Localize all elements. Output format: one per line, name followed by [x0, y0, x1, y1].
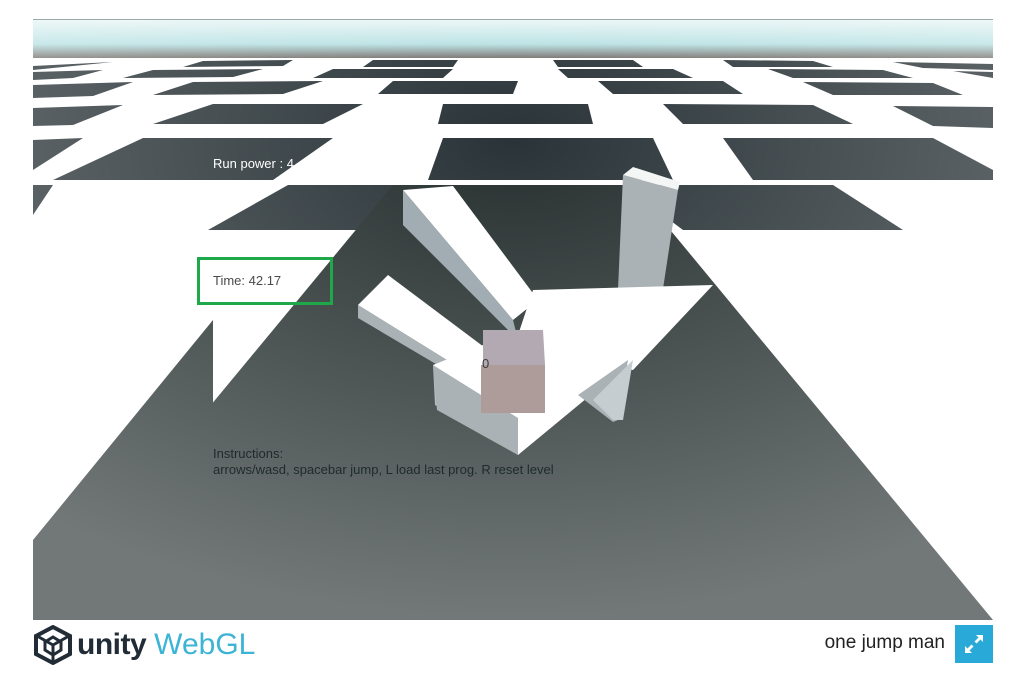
- unity-wordmark: unity: [77, 628, 147, 661]
- instructions-text-end: R reset level: [481, 462, 554, 477]
- unity-cube-icon: [34, 625, 72, 665]
- webgl-wordmark: WebGL: [154, 628, 256, 661]
- fullscreen-icon: [965, 635, 983, 653]
- game-scene: [33, 20, 993, 620]
- game-title: one jump man: [824, 632, 945, 653]
- unity-footer: unity WebGL one jump man: [0, 619, 1031, 676]
- instructions-text-main: arrows/wasd, spacebar jump, L load last …: [213, 462, 478, 477]
- fullscreen-button[interactable]: [955, 625, 993, 663]
- run-power-label: Run power : 4: [213, 156, 294, 171]
- cube-counter-label: 0: [482, 356, 490, 371]
- unity-webgl-logo: unity WebGL: [33, 625, 255, 665]
- instructions-title: Instructions:: [213, 446, 284, 461]
- instructions-text: arrows/wasd, spacebar jump, L load last …: [213, 462, 554, 477]
- game-canvas[interactable]: Run power : 4 Time: 42.17 0 Instructions…: [33, 19, 993, 620]
- time-label: Time: 42.17: [213, 273, 282, 288]
